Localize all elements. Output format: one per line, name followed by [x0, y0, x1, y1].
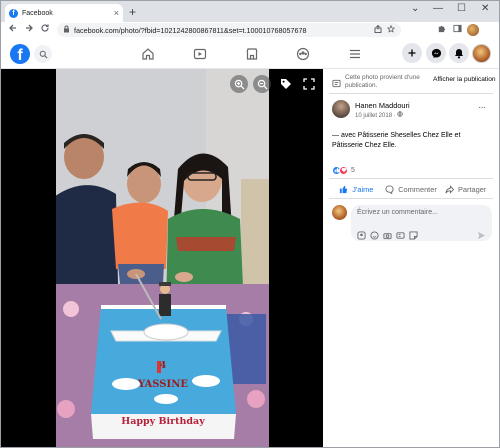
send-icon[interactable]: [477, 227, 486, 240]
facebook-favicon-icon: f: [9, 8, 18, 18]
post-date-text: 10 juillet 2018 ·: [355, 113, 396, 119]
comment-label: Commenter: [398, 184, 437, 194]
share-arrow-icon: [445, 184, 454, 194]
lock-icon[interactable]: [63, 25, 70, 35]
like-label: J'aime: [352, 184, 374, 194]
forward-icon[interactable]: [24, 23, 34, 36]
avatar-sticker-icon[interactable]: [357, 227, 366, 240]
cake-name-text: YASSINE: [137, 379, 188, 390]
post-date[interactable]: 10 juillet 2018 ·: [355, 111, 404, 119]
thumbs-up-icon: [340, 185, 348, 193]
comment-tools: [357, 227, 418, 240]
reload-icon[interactable]: [40, 23, 50, 36]
watch-icon[interactable]: [193, 47, 207, 61]
share-button[interactable]: Partager: [438, 182, 493, 196]
view-post-button[interactable]: Afficher la publication: [433, 76, 496, 83]
close-window-button[interactable]: ✕: [481, 3, 489, 14]
notice-text: Cette photo provient d'une publication.: [345, 74, 420, 89]
tab-title: Facebook: [22, 9, 53, 17]
gif-icon[interactable]: [396, 227, 405, 239]
fullscreen-icon[interactable]: [303, 77, 317, 91]
messenger-icon[interactable]: [426, 43, 446, 63]
browser-toolbar: facebook.com/photo/?fbid=102124280086781…: [1, 22, 499, 38]
sticker-icon[interactable]: [409, 227, 418, 240]
share-icon[interactable]: [374, 24, 382, 35]
star-icon[interactable]: [386, 24, 396, 35]
notifications-icon[interactable]: [449, 43, 469, 63]
author-avatar[interactable]: [332, 100, 350, 118]
info-icon: [332, 75, 341, 88]
browser-profile-avatar[interactable]: [467, 24, 479, 36]
browser-tab[interactable]: f Facebook ×: [5, 4, 123, 22]
create-icon[interactable]: [402, 43, 422, 63]
zoom-in-icon[interactable]: [230, 75, 248, 93]
photo-source-notice: Cette photo provient d'une publication. …: [329, 72, 499, 92]
facebook-logo[interactable]: f: [10, 44, 30, 64]
new-tab-button[interactable]: +: [129, 5, 136, 19]
menu-icon[interactable]: [348, 47, 362, 61]
reaction-count: 5: [351, 166, 355, 174]
post-caption: — avec Pâtisserie Sheselles Chez Elle et…: [332, 132, 461, 150]
more-options-icon[interactable]: ···: [478, 102, 486, 113]
tag-icon[interactable]: [280, 77, 294, 91]
address-bar[interactable]: facebook.com/photo/?fbid=102124280086781…: [57, 23, 401, 37]
zoom-out-icon[interactable]: [253, 75, 271, 93]
url-text[interactable]: facebook.com/photo/?fbid=102124280086781…: [74, 26, 369, 35]
home-icon[interactable]: [141, 47, 155, 61]
minimize-button[interactable]: —: [433, 3, 443, 14]
cake-greeting-text: Happy Birthday: [121, 416, 205, 427]
puzzle-icon[interactable]: [437, 24, 446, 35]
sidebar-icon[interactable]: [453, 24, 462, 35]
post-side-panel: Cette photo provient d'une publication. …: [323, 69, 499, 447]
facebook-header: f: [1, 38, 499, 69]
cake-age-text: 4: [160, 361, 166, 371]
camera-icon[interactable]: [383, 227, 392, 240]
photo-viewer: 4 YASSINE Happy Birthday: [1, 69, 323, 447]
comment-icon: [385, 184, 394, 194]
comment-box[interactable]: Écrivez un commentaire...: [351, 205, 492, 241]
comment-button[interactable]: Commenter: [384, 182, 439, 196]
emoji-icon[interactable]: [370, 227, 379, 240]
groups-icon[interactable]: [296, 47, 310, 61]
divider: [329, 198, 493, 199]
tab-close-icon[interactable]: ×: [114, 8, 119, 18]
account-avatar[interactable]: [472, 44, 491, 63]
back-icon[interactable]: [8, 23, 18, 36]
share-label: Partager: [458, 184, 487, 194]
maximize-button[interactable]: ☐: [457, 3, 466, 14]
love-reaction-icon: [339, 165, 348, 175]
marketplace-icon[interactable]: [245, 47, 259, 61]
comment-input[interactable]: Écrivez un commentaire...: [357, 209, 438, 216]
browser-window: f Facebook × + ⌄ — ☐ ✕ facebook.com/phot…: [0, 0, 500, 448]
post-actions: J'aime Commenter Partager: [329, 182, 493, 196]
globe-icon: [397, 111, 404, 117]
birthday-photo[interactable]: 4 YASSINE Happy Birthday: [56, 69, 269, 447]
divider: [329, 93, 493, 94]
author-name[interactable]: Hanen Maddouri: [355, 101, 410, 110]
like-button[interactable]: J'aime: [329, 182, 384, 196]
commenter-avatar: [332, 205, 347, 220]
search-icon[interactable]: [34, 45, 52, 63]
divider: [329, 178, 493, 179]
tab-strip: f Facebook × + ⌄ — ☐ ✕: [1, 1, 499, 22]
tab-search-icon[interactable]: ⌄: [411, 3, 419, 14]
reactions-summary[interactable]: 5: [332, 165, 355, 175]
